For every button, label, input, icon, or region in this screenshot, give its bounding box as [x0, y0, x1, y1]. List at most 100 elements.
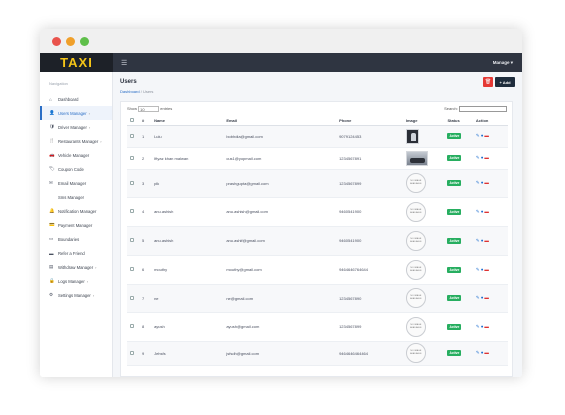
row-number: 3 [139, 169, 152, 198]
select-all-checkbox[interactable] [127, 116, 140, 126]
column-header[interactable]: Action [472, 116, 508, 126]
status-cell: Active [444, 125, 473, 148]
table-row[interactable]: 3 plk prashgupta@gmail.com 1234567899 NO IMA… [127, 169, 508, 198]
table-row[interactable]: 5 anu.ashish anu.ashif@gmail.com 9460541900… [127, 226, 508, 256]
column-header[interactable]: # [139, 116, 152, 126]
edit-icon[interactable]: ✎ [476, 238, 480, 243]
sidebar-item-coupon-code[interactable]: 🏷 Coupon Code [40, 162, 112, 176]
edit-icon[interactable]: ✎ [476, 267, 480, 272]
status-badge[interactable]: Active [447, 133, 462, 139]
edit-icon[interactable]: ✎ [476, 295, 480, 300]
view-icon[interactable]: ● [481, 324, 484, 329]
view-icon[interactable]: ● [481, 133, 484, 138]
sidebar-item-refer-a-friend[interactable]: ▬ Refer a Friend [40, 246, 112, 260]
view-icon[interactable]: ● [481, 155, 484, 160]
sidebar-item-notification-manager[interactable]: 🔔 Notification Manager [40, 204, 112, 218]
delete-icon[interactable]: ▬ [484, 209, 489, 214]
hamburger-icon[interactable]: ☰ [121, 59, 127, 67]
brand-logo[interactable]: TAXI [40, 53, 113, 72]
table-row[interactable]: 7 ne ne@gmail.com 1234567890 NO IMAGE AVAILA… [127, 284, 508, 313]
sidebar-item-withdraw-manager[interactable]: ▤ Withdraw Manager › [40, 260, 112, 274]
table-row[interactable]: 2 Iftyaz khan malwan cus1@yopmail.com 12345… [127, 147, 508, 170]
row-checkbox[interactable] [127, 197, 140, 227]
status-badge[interactable]: Active [447, 323, 462, 330]
column-header[interactable]: Status [444, 116, 473, 126]
user-email: cus1@yopmail.com [223, 147, 337, 170]
column-header[interactable]: Name [151, 116, 224, 126]
table-row[interactable]: 6 mouthy mouthy@gmail.com 9464646764644 NO I… [127, 255, 508, 285]
sidebar-item-boundaries[interactable]: ▭ Boundaries [40, 232, 112, 246]
status-badge[interactable]: Active [447, 155, 462, 161]
delete-icon[interactable]: ▬ [484, 267, 489, 272]
top-navbar: TAXI ☰ Manage ▾ [40, 53, 522, 72]
status-badge[interactable]: Active [447, 180, 462, 186]
status-badge[interactable]: Active [447, 350, 462, 356]
column-header[interactable]: Image [402, 116, 445, 126]
delete-icon[interactable]: ▬ [484, 295, 489, 300]
row-checkbox[interactable] [127, 147, 140, 170]
sidebar-item-users-manager[interactable]: 👤 Users Manager › [40, 106, 112, 120]
sidebar-item-logs-manager[interactable]: 🔒 Logs Manager › [40, 274, 112, 288]
delete-icon[interactable]: ▬ [484, 180, 489, 185]
status-badge[interactable]: Active [447, 208, 462, 215]
table-row[interactable]: 8 ayush ayush@gmail.com 1234567899 NO IMAGE … [127, 312, 508, 342]
row-checkbox[interactable] [127, 341, 140, 366]
edit-icon[interactable]: ✎ [476, 155, 480, 160]
status-badge[interactable]: Active [447, 266, 462, 273]
row-checkbox[interactable] [127, 284, 140, 313]
wallet-icon: ▤ [49, 264, 54, 269]
user-image-cell: NO IMAGE AVAILABLE [402, 169, 445, 198]
sidebar-item-sms-manager[interactable]: Sms Manager [40, 190, 112, 204]
sidebar-item-label: Notification Manager [58, 208, 97, 214]
status-badge[interactable]: Active [447, 295, 462, 301]
sidebar-item-settings-manager[interactable]: ⚙ Settings Manager › [40, 288, 112, 302]
sidebar-item-driver-manager[interactable]: 🛡 Driver Manager › [40, 120, 112, 134]
sidebar-item-payment-manager[interactable]: 💳 Payment Manager [40, 218, 112, 232]
table-row[interactable]: 9 Jehsfs jsfsdh@gmail.com 9464646464464 NO I… [127, 341, 508, 366]
status-badge[interactable]: Active [447, 237, 462, 244]
view-icon[interactable]: ● [481, 295, 484, 300]
view-icon[interactable]: ● [481, 350, 484, 355]
add-user-button[interactable]: + Add [495, 77, 515, 87]
column-header[interactable]: Email [223, 116, 337, 126]
delete-icon[interactable]: ▬ [484, 133, 489, 138]
view-icon[interactable]: ● [481, 209, 484, 214]
user-phone: 9460541900 [336, 226, 403, 256]
view-icon[interactable]: ● [481, 238, 484, 243]
row-checkbox[interactable] [127, 226, 140, 256]
sidebar-item-dashboard[interactable]: ⌂ Dashboard [40, 92, 112, 106]
edit-icon[interactable]: ✎ [476, 350, 480, 355]
delete-icon[interactable]: ▬ [484, 324, 489, 329]
car-icon: 🚗 [49, 152, 55, 157]
delete-icon[interactable]: ▬ [484, 155, 489, 160]
row-checkbox[interactable] [127, 125, 140, 148]
delete-icon[interactable]: ▬ [484, 350, 489, 355]
manage-dropdown[interactable]: Manage ▾ [493, 60, 513, 66]
column-header[interactable]: Phone [336, 116, 403, 126]
minimize-dot[interactable] [66, 36, 75, 46]
sidebar-item-restaurants-manager[interactable]: 🍴 Restaurants Manager › [40, 134, 112, 148]
view-icon[interactable]: ● [481, 267, 484, 272]
edit-icon[interactable]: ✎ [476, 133, 480, 138]
edit-icon[interactable]: ✎ [476, 209, 480, 214]
search-input[interactable] [459, 106, 507, 112]
page-size-select[interactable]: 10 [138, 106, 160, 112]
user-phone: 9464646464464 [336, 341, 403, 366]
view-icon[interactable]: ● [481, 180, 484, 185]
row-checkbox[interactable] [127, 255, 140, 285]
close-dot[interactable] [52, 36, 61, 46]
sidebar-item-email-manager[interactable]: ✉ Email Manager [40, 176, 112, 190]
status-cell: Active [444, 197, 473, 227]
edit-icon[interactable]: ✎ [476, 180, 480, 185]
row-checkbox[interactable] [127, 169, 140, 198]
table-row[interactable]: 4 anu.ashish anu.ashish@gmail.com 946054190… [127, 197, 508, 227]
delete-icon[interactable]: ▬ [484, 238, 489, 243]
edit-icon[interactable]: ✎ [476, 324, 480, 329]
user-name: anu.ashish [151, 226, 224, 256]
row-checkbox[interactable] [127, 312, 140, 342]
sidebar-item-vehicle-manager[interactable]: 🚗 Vehicle Manager [40, 148, 112, 162]
delete-button[interactable]: 🗑 [483, 77, 493, 87]
breadcrumb-dashboard-link[interactable]: Dashboard [120, 89, 140, 94]
table-row[interactable]: 1 Lulu bobhdia@gmail.com 9079124453 Active ✎●… [127, 125, 508, 148]
maximize-dot[interactable] [80, 36, 89, 46]
